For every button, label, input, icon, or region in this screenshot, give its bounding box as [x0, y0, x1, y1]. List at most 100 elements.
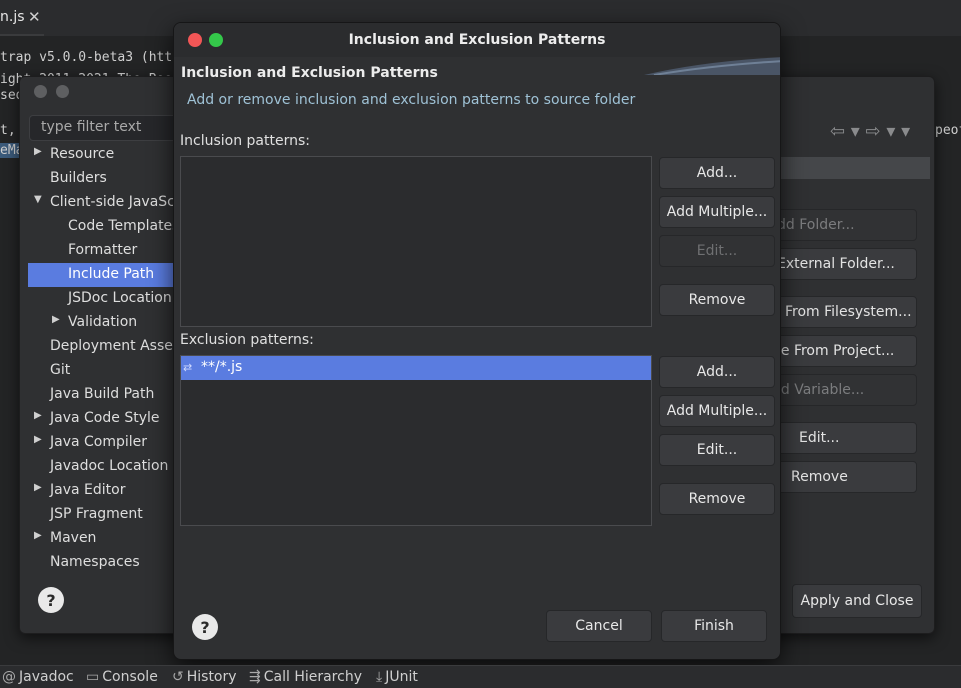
- tree-item[interactable]: Namespaces: [28, 551, 177, 569]
- add-external-folder-button[interactable]: External Folder...: [772, 248, 917, 280]
- bottom-view-tabs: @ Javadoc ▭ Console ↺ History ⇶ Call Hierarc…: [0, 665, 961, 688]
- tree-item[interactable]: Deployment Asser: [28, 335, 177, 359]
- tree-item-label: Java Compiler: [50, 434, 148, 450]
- inclusion-edit-button[interactable]: Edit...: [659, 235, 775, 267]
- console-icon: ▭: [86, 669, 100, 685]
- help-icon[interactable]: ?: [38, 587, 64, 613]
- expand-arrow-icon[interactable]: ▶: [34, 434, 42, 445]
- tree-item[interactable]: ▶ Java Code Style: [28, 407, 177, 431]
- expand-arrow-icon[interactable]: ▶: [52, 314, 60, 325]
- button-label: From Filesystem...: [785, 304, 912, 320]
- tree-item-label: Javadoc Location: [50, 458, 169, 474]
- button-label: dd Folder...: [777, 217, 855, 233]
- editor-tab[interactable]: n.js ✕: [0, 0, 44, 36]
- tab-label: JUnit: [385, 669, 418, 685]
- add-file-from-project-button[interactable]: le From Project...: [772, 335, 917, 367]
- button-label: External Folder...: [777, 256, 895, 272]
- edit-button[interactable]: Edit...: [772, 422, 917, 454]
- tree-item[interactable]: ▶ Maven: [28, 527, 177, 551]
- close-icon[interactable]: ✕: [28, 8, 41, 26]
- tab-label: Call Hierarchy: [263, 669, 362, 685]
- add-variable-button[interactable]: ld Variable...: [772, 374, 917, 406]
- back-forward-arrows-icon[interactable]: ⇦ ▾ ⇨ ▾ ▾: [830, 121, 910, 142]
- window-minimize-button[interactable]: [56, 85, 69, 98]
- expand-arrow-icon[interactable]: ▶: [34, 482, 42, 493]
- tree-item-label: Formatter: [68, 242, 138, 258]
- exclusion-remove-button[interactable]: Remove: [659, 483, 775, 515]
- tree-item-label: Deployment Asser: [50, 338, 177, 354]
- button-label: Edit...: [799, 430, 840, 446]
- tab-history[interactable]: ↺ History: [172, 669, 237, 685]
- tree-item[interactable]: JSP Fragment: [28, 503, 177, 527]
- expand-arrow-icon[interactable]: ▶: [34, 146, 42, 157]
- expand-arrow-icon[interactable]: ▶: [34, 410, 42, 421]
- tab-console[interactable]: ▭ Console: [86, 669, 158, 685]
- banner-graphic: [644, 57, 780, 75]
- tree-item-label: Java Editor: [50, 482, 126, 498]
- tree-item-label: Validation: [68, 314, 138, 330]
- inclusion-remove-button[interactable]: Remove: [659, 284, 775, 316]
- tree-item-label: Java Code Style: [50, 410, 160, 426]
- at-icon: @: [2, 669, 16, 685]
- inclusion-patterns-list[interactable]: [180, 156, 652, 327]
- collapse-arrow-icon[interactable]: ▼: [34, 194, 42, 205]
- inclusion-add-multiple-button[interactable]: Add Multiple...: [659, 196, 775, 228]
- tab-javadoc[interactable]: @ Javadoc: [2, 669, 74, 685]
- exclusion-patterns-label: Exclusion patterns:: [180, 332, 314, 348]
- help-icon[interactable]: ?: [192, 614, 218, 640]
- button-label: ld Variable...: [777, 382, 865, 398]
- tree-item-label: Code Templates: [68, 218, 177, 234]
- tree-item-label: Maven: [50, 530, 97, 546]
- tab-label: Console: [102, 669, 158, 685]
- tree-item-label: Namespaces: [50, 554, 140, 569]
- list-item[interactable]: ⇄ **/*.js: [181, 356, 651, 380]
- exclusion-edit-button[interactable]: Edit...: [659, 434, 775, 466]
- inclusion-exclusion-dialog: Inclusion and Exclusion Patterns Inclusi…: [173, 22, 781, 660]
- tree-item[interactable]: Formatter: [28, 239, 177, 263]
- tree-item[interactable]: Builders: [28, 167, 177, 191]
- tab-label: Javadoc: [19, 669, 74, 685]
- exclusion-add-button[interactable]: Add...: [659, 356, 775, 388]
- call-hierarchy-icon: ⇶: [249, 669, 261, 685]
- pattern-icon: ⇄: [183, 361, 193, 374]
- tree-item-label: JSDoc Location: [68, 290, 172, 306]
- finish-button[interactable]: Finish: [661, 610, 767, 642]
- filter-input[interactable]: type filter text: [29, 115, 177, 141]
- inclusion-patterns-label: Inclusion patterns:: [180, 133, 310, 149]
- exclusion-patterns-list[interactable]: ⇄ **/*.js: [180, 355, 652, 526]
- tab-strip: [775, 157, 930, 179]
- cancel-button[interactable]: Cancel: [546, 610, 652, 642]
- tree-item[interactable]: ▶ Java Editor: [28, 479, 177, 503]
- tree-item[interactable]: ▼ Client-side JavaSc: [28, 191, 177, 215]
- tree-item[interactable]: Java Build Path: [28, 383, 177, 407]
- add-from-filesystem-button[interactable]: From Filesystem...: [772, 296, 917, 328]
- button-label: le From Project...: [777, 343, 895, 359]
- tree-item[interactable]: Code Templates: [28, 215, 177, 239]
- tree-item[interactable]: Javadoc Location: [28, 455, 177, 479]
- junit-icon: ⤓: [376, 669, 383, 685]
- exclusion-add-multiple-button[interactable]: Add Multiple...: [659, 395, 775, 427]
- tab-label: History: [186, 669, 237, 685]
- apply-and-close-button[interactable]: Apply and Close: [792, 584, 922, 618]
- tab-call-hierarchy[interactable]: ⇶ Call Hierarchy: [249, 669, 362, 685]
- filter-placeholder: type filter text: [41, 119, 142, 135]
- tree-item-label: Include Path: [68, 266, 155, 282]
- expand-arrow-icon[interactable]: ▶: [34, 530, 42, 541]
- tree-item[interactable]: ▶ Java Compiler: [28, 431, 177, 455]
- inclusion-add-button[interactable]: Add...: [659, 157, 775, 189]
- remove-button[interactable]: Remove: [772, 461, 917, 493]
- tree-item[interactable]: ▶ Validation: [28, 311, 177, 335]
- tree-item-label: Resource: [50, 146, 115, 162]
- code-fragment: peof: [935, 123, 961, 138]
- tree-item-label: Client-side JavaSc: [50, 194, 175, 210]
- tree-item-label: Git: [50, 362, 71, 378]
- tree-item-selected[interactable]: Include Path: [28, 263, 177, 287]
- tree-item[interactable]: JSDoc Location: [28, 287, 177, 311]
- window-close-button[interactable]: [34, 85, 47, 98]
- tree-item[interactable]: Git: [28, 359, 177, 383]
- tree-item[interactable]: ▶ Resource: [28, 143, 177, 167]
- dialog-header: Inclusion and Exclusion Patterns: [181, 65, 438, 81]
- add-folder-button[interactable]: dd Folder...: [772, 209, 917, 241]
- editor-tab-label: n.js: [0, 9, 25, 25]
- tab-junit[interactable]: ⤓ JUnit: [376, 669, 418, 685]
